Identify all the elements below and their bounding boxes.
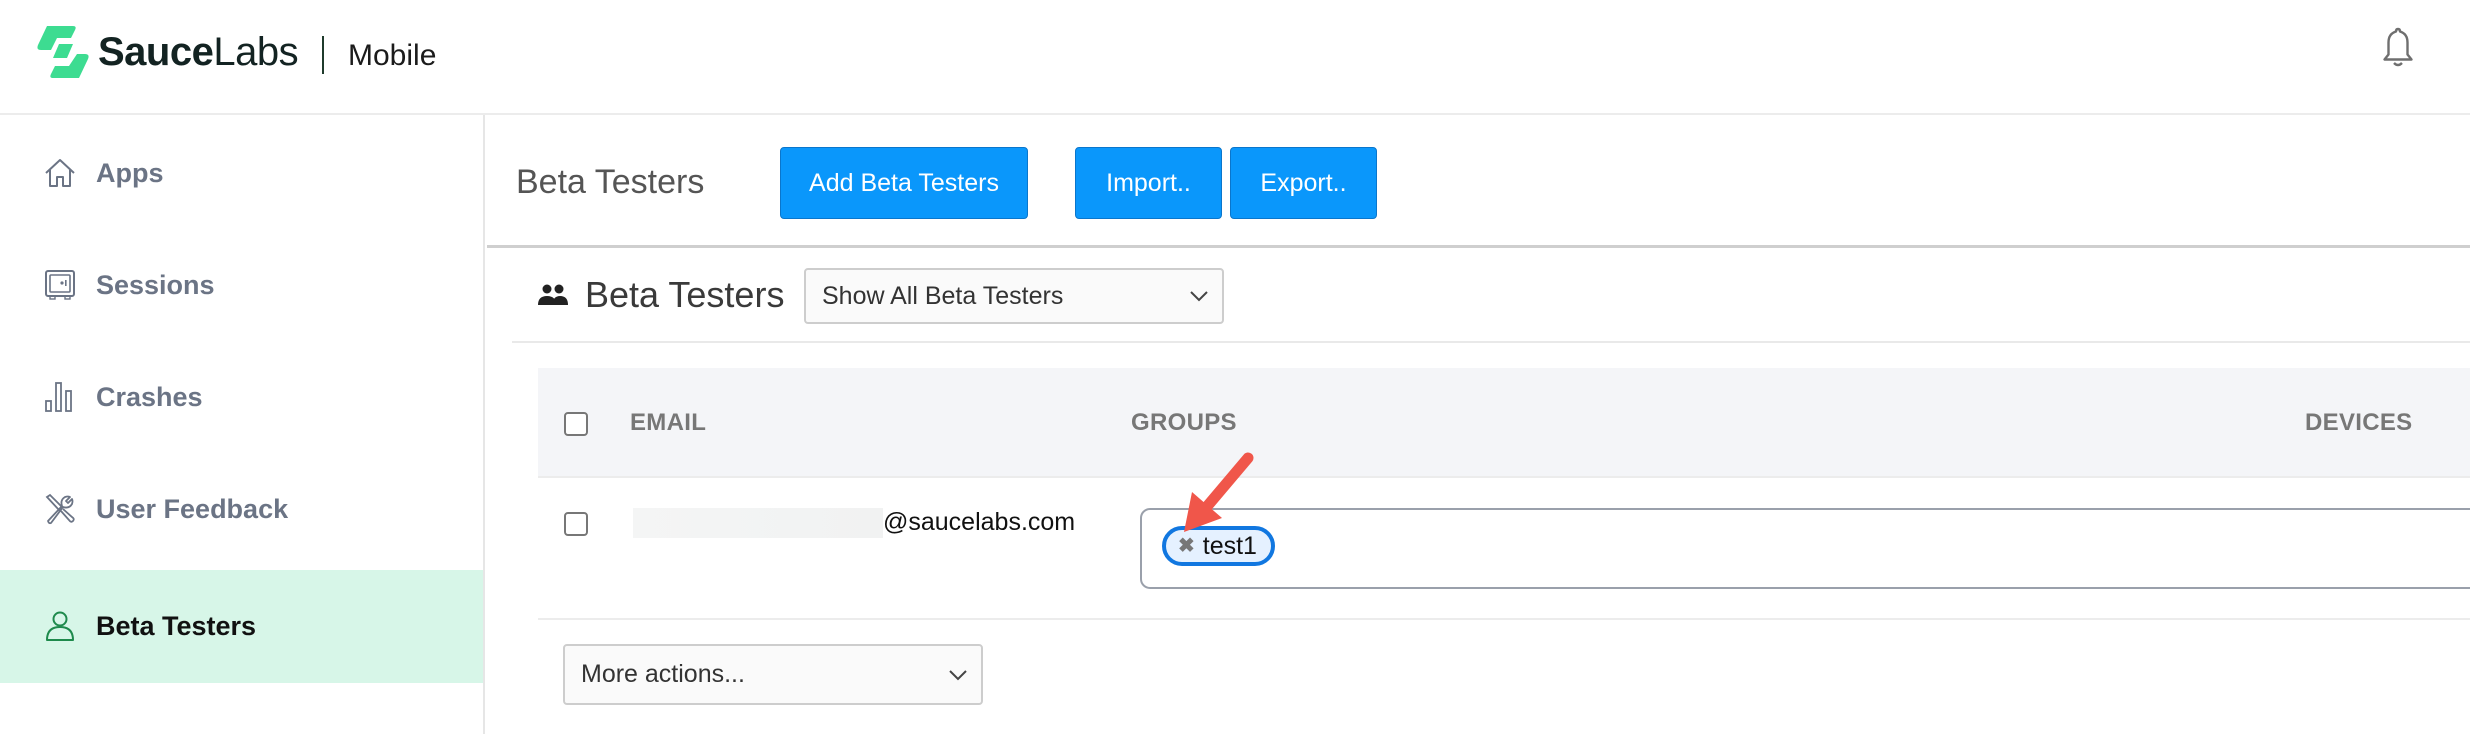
group-tag: ✖ test1 — [1162, 526, 1275, 566]
sidebar-item-label: User Feedback — [96, 494, 289, 524]
groups-tag-input[interactable]: ✖ test1 — [1140, 508, 2470, 589]
more-actions-select[interactable]: More actions... — [563, 644, 983, 705]
product-name: Mobile — [348, 39, 437, 72]
section-divider — [512, 341, 2470, 343]
top-header: SauceLabs Mobile — [0, 0, 2470, 115]
more-actions-value: More actions... — [581, 660, 745, 688]
sidebar-item-crashes[interactable]: Crashes — [0, 341, 483, 453]
toolbar-divider — [487, 245, 2470, 248]
brand-name: SauceLabs — [98, 30, 299, 74]
sidebar-item-label: Beta Testers — [96, 611, 257, 641]
row-checkbox[interactable] — [564, 512, 588, 536]
redacted-email-local-part — [633, 508, 883, 538]
tester-filter-select[interactable]: Show All Beta Testers — [804, 268, 1224, 324]
brand-separator — [322, 36, 324, 74]
sidebar: Apps Sessions Crashes User Feedback Beta… — [0, 115, 485, 734]
email-cell: @saucelabs.com — [883, 508, 1076, 536]
page-title: Beta Testers — [516, 163, 705, 201]
safe-icon — [45, 270, 75, 300]
sidebar-item-beta-testers[interactable]: Beta Testers — [0, 570, 483, 683]
user-icon — [46, 611, 74, 641]
remove-tag-icon[interactable]: ✖ — [1178, 536, 1195, 556]
section-title: Beta Testers — [585, 274, 785, 315]
column-header-email[interactable]: EMAIL — [630, 408, 706, 438]
sidebar-item-label: Sessions — [96, 270, 215, 300]
sidebar-item-sessions[interactable]: Sessions — [0, 229, 483, 341]
chevron-down-icon — [949, 669, 967, 680]
tools-icon — [45, 493, 75, 525]
sidebar-item-user-feedback[interactable]: User Feedback — [0, 453, 483, 565]
group-tag-label: test1 — [1202, 531, 1257, 560]
select-all-checkbox[interactable] — [564, 412, 588, 436]
column-header-groups[interactable]: GROUPS — [1131, 408, 1237, 438]
add-beta-testers-button[interactable]: Add Beta Testers — [780, 147, 1028, 219]
export-button[interactable]: Export.. — [1230, 147, 1377, 219]
saucelabs-logo-icon — [37, 26, 89, 78]
sidebar-item-label: Crashes — [96, 382, 203, 412]
users-icon — [538, 284, 568, 305]
table-header: EMAIL GROUPS DEVICES — [538, 368, 2470, 478]
column-header-devices[interactable]: DEVICES — [2305, 408, 2412, 438]
import-button[interactable]: Import.. — [1075, 147, 1222, 219]
home-icon — [45, 159, 75, 187]
sidebar-item-label: Apps — [96, 158, 164, 188]
sidebar-item-apps[interactable]: Apps — [0, 117, 483, 229]
tester-filter-value: Show All Beta Testers — [822, 281, 1064, 310]
table-row: @saucelabs.com ✖ test1 — [538, 478, 2470, 620]
chevron-down-icon — [1190, 291, 1208, 302]
bell-icon[interactable] — [2380, 26, 2416, 70]
bar-chart-icon — [45, 382, 72, 412]
